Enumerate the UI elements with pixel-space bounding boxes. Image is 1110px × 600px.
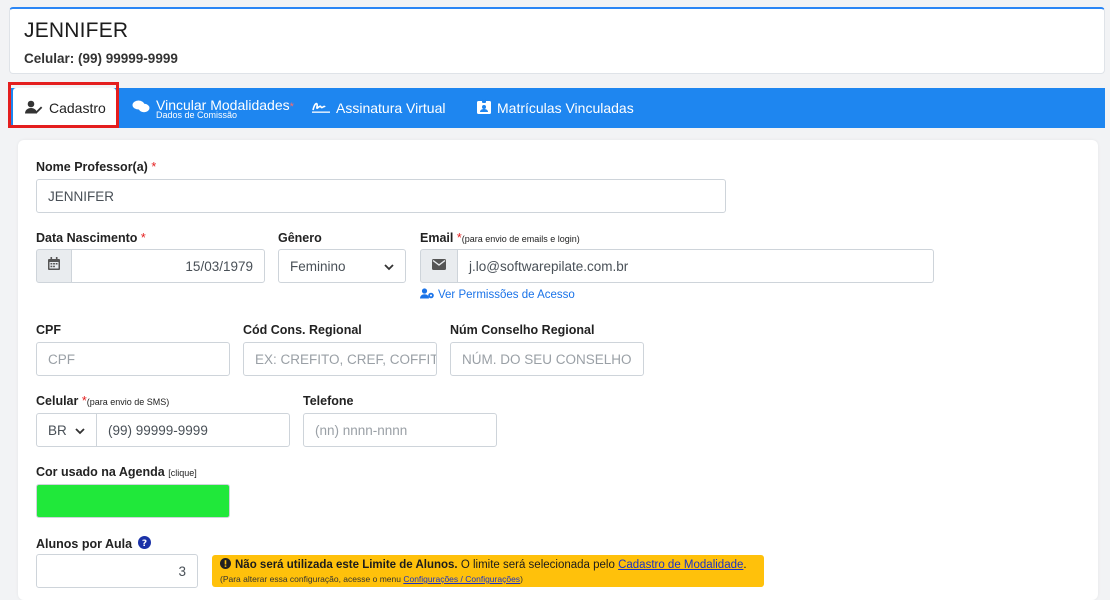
nascimento-input[interactable]: 15/03/1979 [71, 249, 265, 283]
warning-text: O limite será selecionada pelo [460, 559, 615, 571]
tab-matriculas-label: Matrículas Vinculadas [497, 100, 634, 116]
nome-label: Nome Professor(a) * [36, 160, 156, 174]
users-cog-icon [420, 288, 434, 302]
header-phone: Celular: (99) 99999-9999 [24, 51, 178, 66]
tab-matriculas-vinculadas[interactable]: Matrículas Vinculadas [477, 88, 634, 128]
celular-label-text: Celular [36, 394, 79, 408]
country-value: BR [48, 422, 67, 438]
configuracoes-link[interactable]: Configurações / Configurações [403, 574, 520, 584]
chevron-down-icon [384, 259, 394, 274]
email-label: Email *(para envio de emails e login) [420, 231, 580, 245]
question-circle-icon[interactable]: ? [138, 536, 152, 552]
alunos-label-text: Alunos por Aula [36, 537, 133, 551]
required-mark: * [140, 231, 146, 245]
cpf-input[interactable]: CPF [36, 342, 230, 376]
nome-label-text: Nome Professor(a) [36, 160, 148, 174]
cor-label-text: Cor usado na Agenda [36, 465, 165, 479]
country-select[interactable]: BR [36, 413, 97, 447]
num-cons-label: Núm Conselho Regional [450, 323, 595, 337]
nascimento-label-text: Data Nascimento [36, 231, 138, 245]
email-input[interactable]: j.lo@softwarepilate.com.br [457, 249, 934, 283]
exclamation-circle-icon [220, 558, 231, 572]
cod-cons-input[interactable]: EX: CREFITO, CREF, COFFITO [243, 342, 437, 376]
svg-text:?: ? [142, 539, 147, 549]
limit-warning: Não será utilizada este Limite de Alunos… [212, 555, 764, 587]
warning-line2-end: ) [520, 574, 523, 584]
tab-vincular-modalidades[interactable]: Vincular Modalidades* Dados de Comissão [132, 88, 294, 128]
calendar-addon[interactable] [36, 249, 72, 283]
email-addon [420, 249, 458, 283]
warning-bold-text: Não será utilizada este Limite de Alunos… [235, 559, 458, 571]
chevron-down-icon [75, 423, 85, 438]
comments-dollar-icon [132, 100, 150, 117]
alunos-input[interactable]: 3 [36, 554, 198, 588]
num-cons-input[interactable]: NÚM. DO SEU CONSELHO [450, 342, 644, 376]
genero-value: Feminino [290, 258, 346, 274]
nascimento-label: Data Nascimento * [36, 231, 146, 245]
cadastro-modalidade-link[interactable]: Cadastro de Modalidade [618, 559, 743, 571]
celular-label: Celular *(para envio de SMS) [36, 394, 169, 408]
permissoes-link[interactable]: Ver Permissões de Acesso [420, 288, 575, 302]
permissoes-link-text: Ver Permissões de Acesso [438, 289, 575, 301]
email-label-text: Email [420, 231, 454, 245]
id-badge-icon [477, 99, 491, 117]
required-mark: * [289, 100, 294, 113]
alunos-label: Alunos por Aula ? [36, 536, 152, 552]
form-panel: Nome Professor(a) * JENNIFER Data Nascim… [18, 140, 1098, 600]
genero-select[interactable]: Feminino [278, 249, 406, 283]
required-mark: * [151, 160, 157, 174]
calendar-icon [48, 257, 60, 275]
tab-bar: Cadastro Vincular Modalidades* Dados de … [9, 88, 1105, 128]
celular-input[interactable]: (99) 99999-9999 [96, 413, 290, 447]
nome-input[interactable]: JENNIFER [36, 179, 726, 213]
tab-highlight-box [8, 82, 119, 128]
tab-assinatura-label: Assinatura Virtual [336, 100, 446, 116]
cor-label: Cor usado na Agenda [clique] [36, 465, 197, 479]
cod-cons-label: Cód Cons. Regional [243, 323, 362, 337]
cpf-label: CPF [36, 323, 61, 337]
agenda-color-picker[interactable] [36, 484, 230, 518]
telefone-label: Telefone [303, 394, 354, 408]
warning-end: . [743, 559, 747, 571]
cor-note: [clique] [168, 468, 197, 478]
tab-assinatura-virtual[interactable]: Assinatura Virtual [312, 88, 445, 128]
celular-note: (para envio de SMS) [86, 397, 170, 407]
email-note: (para envio de emails e login) [461, 234, 580, 244]
telefone-input[interactable]: (nn) nnnn-nnnn [303, 413, 497, 447]
profile-header: JENNIFER Celular: (99) 99999-9999 [9, 7, 1105, 74]
envelope-icon [432, 257, 446, 275]
signature-icon [312, 100, 330, 116]
warning-line2-text: (Para alterar essa configuração, acesse … [220, 574, 401, 584]
page-title: JENNIFER [24, 19, 129, 42]
genero-label: Gênero [278, 231, 322, 245]
